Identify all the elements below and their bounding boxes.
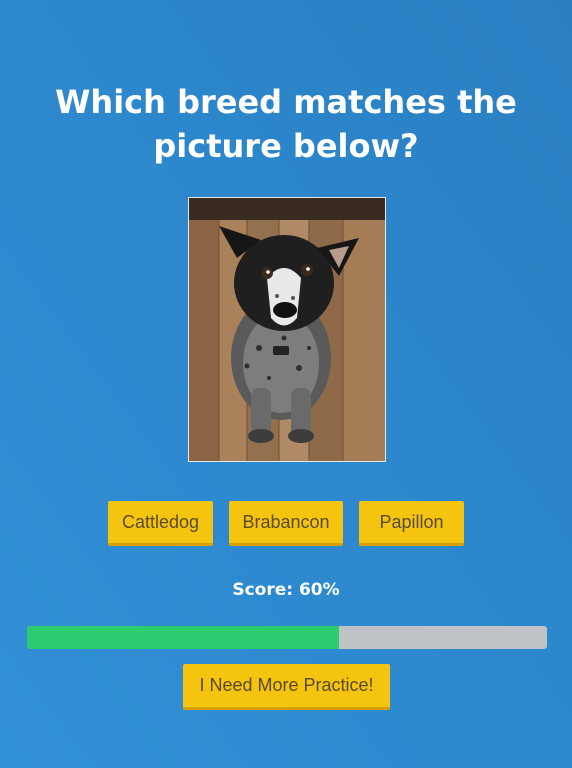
question-heading: Which breed matches the picture below? (0, 80, 572, 168)
answer-options: Cattledog Brabancon Papillon (0, 501, 572, 546)
answer-button-brabancon[interactable]: Brabancon (229, 501, 343, 546)
score-progress-fill (27, 626, 339, 649)
more-practice-button[interactable]: I Need More Practice! (183, 664, 390, 710)
score-text: Score: 60% (232, 580, 340, 600)
question-line-2: picture below? (153, 127, 419, 165)
answer-button-papillon[interactable]: Papillon (359, 501, 464, 546)
score-progress-bar (27, 626, 547, 649)
question-line-1: Which breed matches the (55, 83, 517, 121)
dog-photo (188, 197, 386, 462)
answer-button-cattledog[interactable]: Cattledog (108, 501, 213, 546)
